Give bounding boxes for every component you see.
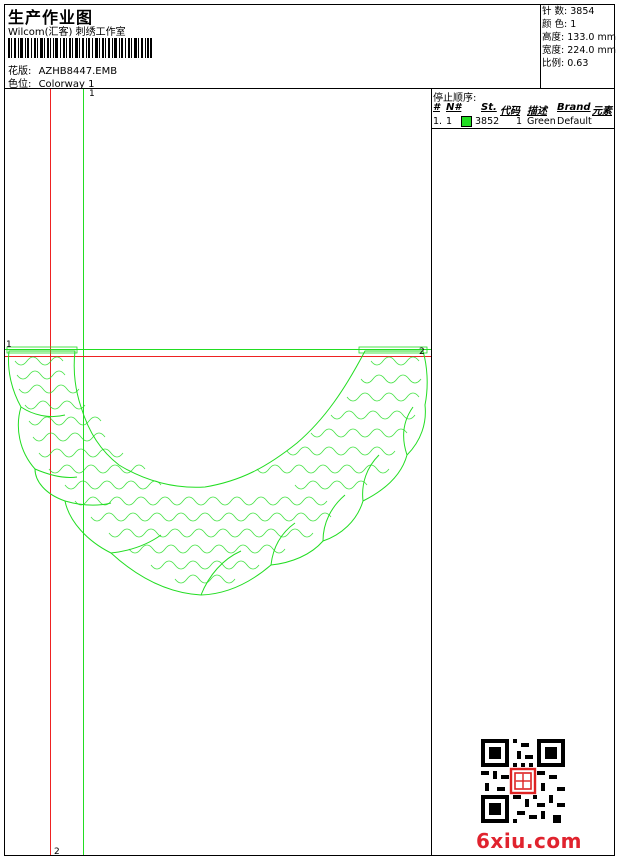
design-stats: 针 数: 3854 颜 色: 1 高度: 133.0 mm 宽度: 224.0 … (542, 5, 616, 70)
stat-stitches: 针 数: 3854 (542, 6, 595, 17)
row-brand: Default (557, 116, 592, 127)
stat-scale: 比例: 0.63 (542, 58, 589, 69)
guide-label-2-bottom: 2 (54, 847, 60, 857)
collar-stipple (14, 356, 422, 584)
qr-code (481, 739, 565, 823)
row-index: 1. (433, 116, 443, 127)
collar-design (8, 350, 428, 596)
guide-label-2-right: 2 (419, 347, 425, 357)
row-desc: Green (527, 116, 556, 127)
col-header-brand: Brand (557, 102, 591, 113)
watermark-logo: 6xiu.com (476, 829, 582, 853)
col-header-code: 代码 (500, 106, 520, 117)
col-header-needle: N# (446, 102, 462, 113)
colorway-row: 色位: Colorway 1 (8, 75, 94, 90)
col-header-element: 元素 (592, 106, 612, 117)
stat-width: 宽度: 224.0 mm (542, 45, 616, 56)
row-needle: 1 (446, 116, 453, 127)
row-code: 1 (516, 116, 523, 127)
stat-height: 高度: 133.0 mm (542, 32, 616, 43)
stats-divider (540, 4, 541, 88)
stat-colors: 颜 色: 1 (542, 19, 577, 30)
col-header-desc: 描述 (527, 106, 547, 117)
row-stitch: 3852 (475, 116, 500, 127)
col-header-stitch: St. (481, 102, 497, 113)
barcode (8, 38, 152, 58)
col-header-index: # (433, 102, 440, 113)
studio-name: Wilcom(汇客) 刺绣工作室 (8, 27, 126, 38)
stop-table-divider (431, 128, 615, 129)
color-swatch (461, 116, 472, 127)
embroidery-preview (5, 89, 431, 855)
guide-label-1-left: 1 (6, 340, 12, 350)
panel-divider (431, 88, 432, 856)
guide-label-1-top: 1 (89, 89, 95, 99)
